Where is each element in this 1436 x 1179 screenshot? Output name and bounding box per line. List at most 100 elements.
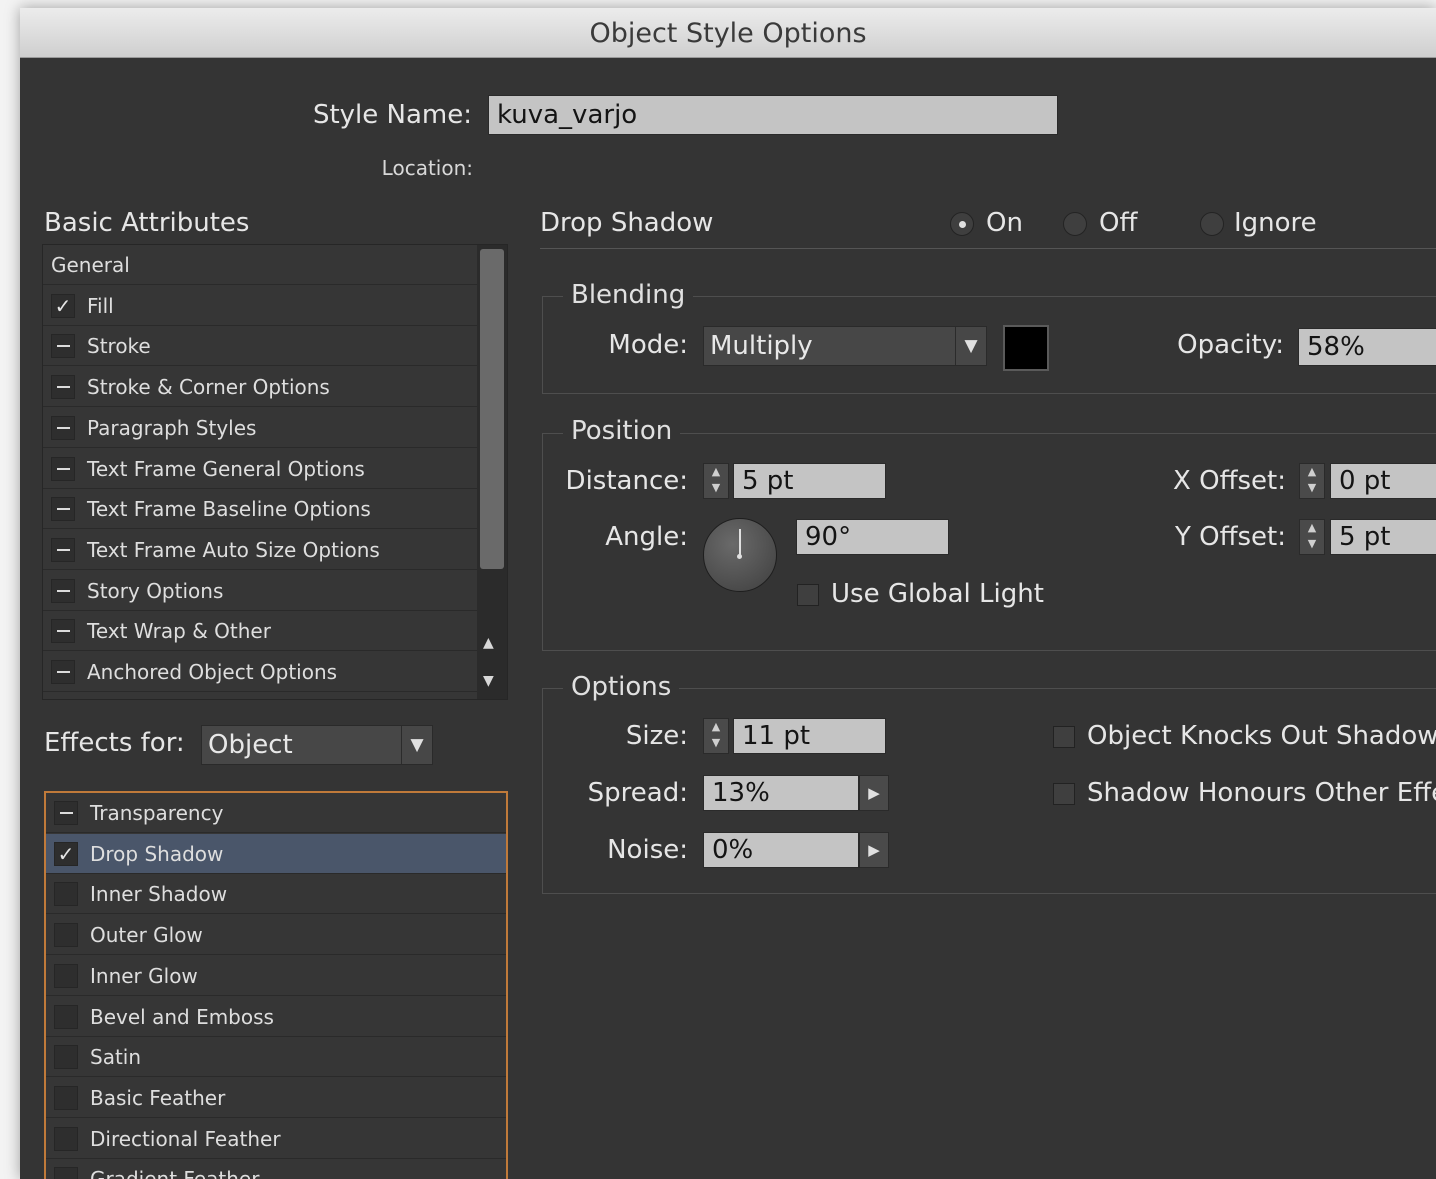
checkbox[interactable]	[54, 1085, 78, 1110]
minus-icon[interactable]	[51, 660, 75, 684]
minus-icon[interactable]	[51, 415, 75, 440]
minus-icon[interactable]	[51, 578, 75, 603]
radio-off-label: Off	[1099, 208, 1138, 238]
list-item-label: Satin	[90, 1045, 142, 1070]
checkbox[interactable]	[54, 1167, 78, 1179]
honours-effects-label: Shadow Honours Other Effects	[1087, 778, 1436, 808]
list-item[interactable]: Gradient Feather	[46, 1159, 506, 1179]
list-item[interactable]: Text Frame General Options	[43, 449, 477, 489]
scroll-up-icon[interactable]: ▲	[483, 635, 494, 651]
mode-dropdown[interactable]: Multiply ▼	[703, 326, 987, 366]
distance-stepper[interactable]: ▲ ▼	[703, 463, 729, 499]
minus-icon[interactable]	[51, 537, 75, 562]
list-item[interactable]: Directional Feather	[46, 1119, 506, 1159]
radio-on[interactable]	[950, 212, 974, 236]
list-item-label: Outer Glow	[90, 923, 203, 948]
list-item-label: Inner Glow	[90, 963, 198, 988]
object-style-options-dialog: Object Style Options Style Name: kuva_va…	[20, 8, 1436, 1179]
radio-on-label: On	[986, 208, 1023, 238]
scroll-down-icon[interactable]: ▼	[483, 673, 494, 689]
minus-icon[interactable]	[51, 497, 75, 522]
checkbox[interactable]	[54, 923, 78, 948]
list-item[interactable]: Story Options	[43, 571, 477, 611]
list-item[interactable]: Transparency	[46, 793, 506, 833]
list-item-label: Anchored Object Options	[87, 660, 338, 684]
list-item[interactable]: Stroke & Corner Options	[43, 367, 477, 408]
list-item-label: Text Frame General Options	[87, 456, 365, 481]
list-item-label: Inner Shadow	[90, 882, 228, 907]
list-item[interactable]: Text Frame Auto Size Options	[43, 530, 477, 570]
spread-arrow-icon[interactable]: ▶	[859, 775, 889, 811]
angle-input[interactable]: 90°	[796, 519, 949, 555]
effects-for-dropdown[interactable]: Object ▼	[201, 725, 433, 765]
y-offset-stepper[interactable]: ▲ ▼	[1299, 519, 1325, 555]
size-label: Size:	[625, 721, 688, 751]
x-offset-stepper[interactable]: ▲ ▼	[1299, 463, 1325, 499]
list-item[interactable]: Anchored Object Options	[43, 652, 477, 692]
x-offset-input[interactable]: 0 pt	[1330, 463, 1436, 499]
style-name-input[interactable]: kuva_varjo	[488, 95, 1058, 135]
minus-icon[interactable]	[54, 801, 78, 825]
minus-icon[interactable]	[51, 619, 75, 644]
window-title: Object Style Options	[20, 8, 1436, 58]
list-item[interactable]: Inner Shadow	[46, 874, 506, 915]
list-item[interactable]: Text Frame Baseline Options	[43, 489, 477, 530]
minus-icon[interactable]	[51, 456, 75, 481]
list-item[interactable]: ✓ Drop Shadow	[46, 833, 506, 874]
checkbox[interactable]	[54, 1045, 78, 1070]
angle-label: Angle:	[605, 522, 688, 552]
list-item-label: Paragraph Styles	[87, 415, 257, 440]
effects-list: Transparency ✓ Drop Shadow Inner Shadow Oute…	[44, 791, 508, 1179]
list-item[interactable]: Stroke	[43, 326, 477, 367]
shadow-color-swatch[interactable]	[1003, 325, 1049, 371]
honours-effects-checkbox[interactable]	[1053, 783, 1075, 805]
list-item-label: Stroke	[87, 334, 151, 359]
effects-for-label: Effects for:	[44, 728, 185, 758]
basic-attributes-scrollbar[interactable]: ▲ ▼	[477, 245, 507, 699]
list-item-label: General	[51, 253, 130, 277]
list-item-label: Drop Shadow	[90, 841, 224, 866]
size-input[interactable]: 11 pt	[733, 718, 886, 754]
checkbox[interactable]	[54, 963, 78, 988]
blending-title: Blending	[563, 280, 694, 310]
basic-attributes-heading: Basic Attributes	[44, 208, 250, 238]
list-item[interactable]: Text Wrap & Other	[43, 611, 477, 652]
list-item[interactable]: Inner Glow	[46, 956, 506, 996]
checkbox[interactable]	[54, 1126, 78, 1151]
noise-input[interactable]: 0%	[703, 832, 859, 868]
list-item[interactable]: General	[43, 245, 477, 285]
knocks-out-label: Object Knocks Out Shadow	[1087, 721, 1436, 751]
minus-icon[interactable]	[51, 334, 75, 359]
noise-arrow-icon[interactable]: ▶	[859, 832, 889, 868]
minus-icon[interactable]	[51, 375, 75, 400]
knocks-out-checkbox[interactable]	[1053, 726, 1075, 748]
list-item[interactable]: Outer Glow	[46, 915, 506, 956]
angle-dial[interactable]	[703, 518, 777, 592]
scrollbar-thumb[interactable]	[480, 249, 504, 569]
radio-ignore[interactable]	[1200, 212, 1224, 236]
list-item-label: Story Options	[87, 578, 224, 603]
checkmark-icon[interactable]: ✓	[51, 293, 75, 318]
size-stepper[interactable]: ▲ ▼	[703, 718, 729, 754]
checkbox[interactable]	[54, 882, 78, 907]
checkmark-icon[interactable]: ✓	[54, 841, 78, 866]
mode-label: Mode:	[608, 330, 688, 360]
opacity-input[interactable]: 58%	[1298, 328, 1436, 366]
y-offset-input[interactable]: 5 pt	[1330, 519, 1436, 555]
distance-input[interactable]: 5 pt	[733, 463, 886, 499]
spread-label: Spread:	[587, 778, 688, 808]
list-item-label: Bevel and Emboss	[90, 1004, 274, 1029]
divider	[540, 248, 1436, 249]
checkbox[interactable]	[54, 1004, 78, 1029]
list-item[interactable]: Satin	[46, 1037, 506, 1078]
list-item[interactable]: ✓ Fill	[43, 286, 477, 326]
list-item[interactable]: Basic Feather	[46, 1078, 506, 1118]
angle-dial-needle	[739, 529, 741, 556]
spread-input[interactable]: 13%	[703, 775, 859, 811]
use-global-light-checkbox[interactable]	[797, 584, 819, 606]
use-global-light-label: Use Global Light	[831, 579, 1044, 609]
radio-off[interactable]	[1063, 212, 1087, 236]
x-offset-label: X Offset:	[1173, 466, 1286, 496]
list-item[interactable]: Paragraph Styles	[43, 408, 477, 448]
list-item[interactable]: Bevel and Emboss	[46, 997, 506, 1037]
